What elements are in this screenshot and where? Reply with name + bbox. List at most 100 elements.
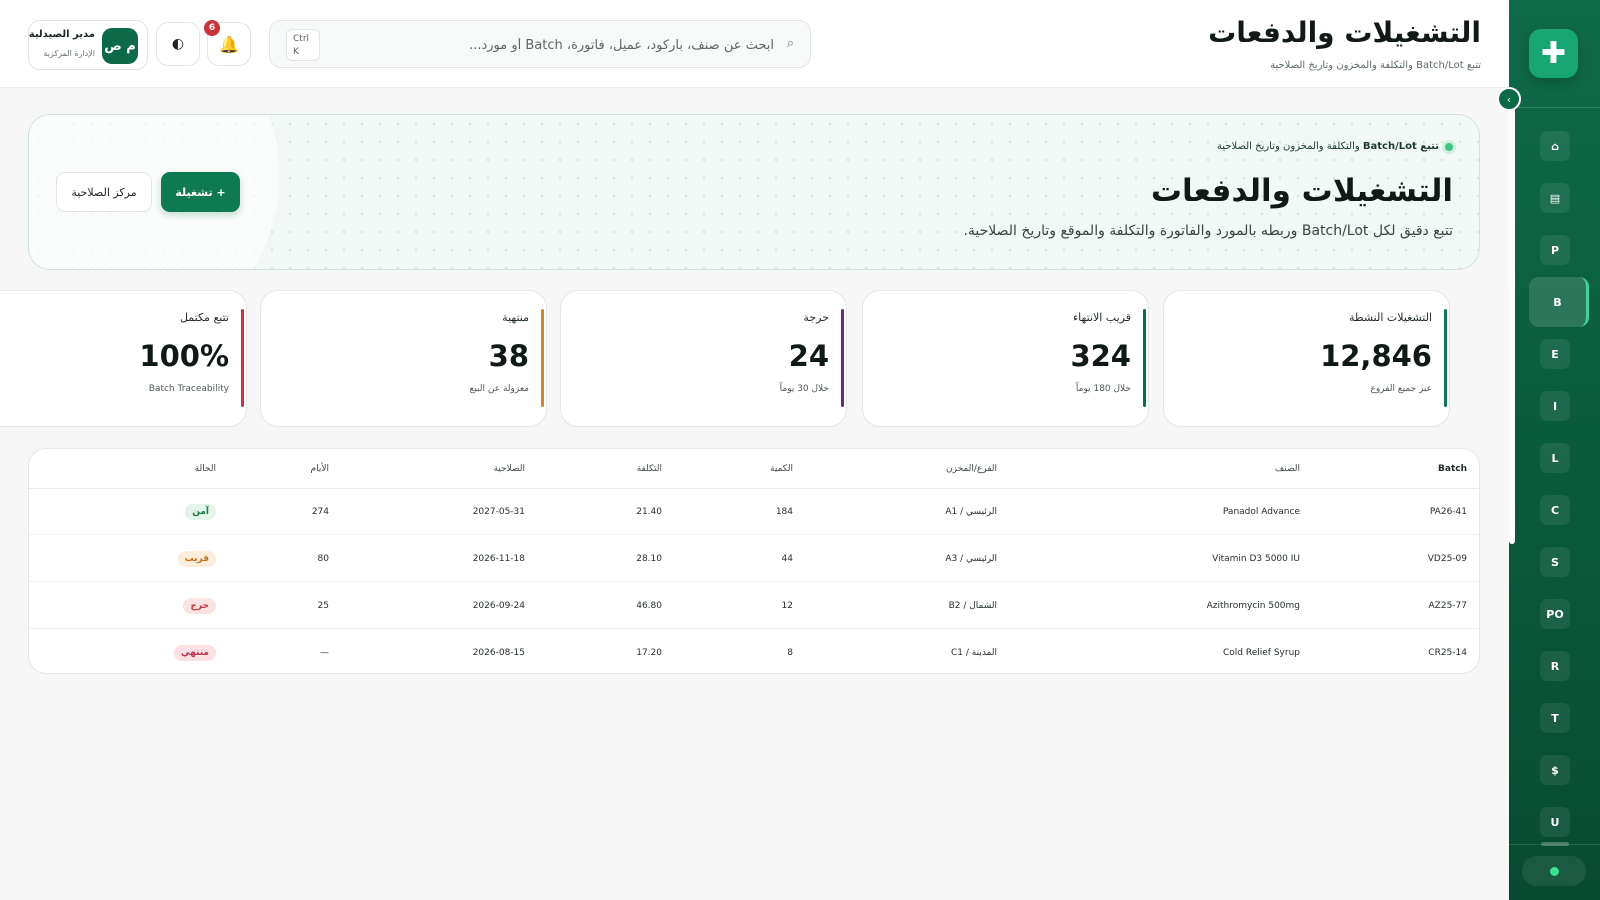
cell-location: الشمال / B2 [948,600,997,611]
stat-hint: خلال 30 يوماً [779,384,829,394]
cell-location: الرئيسي / A1 [945,506,997,517]
shortcut-key: Ctrl [293,34,310,44]
cell-quantity: 44 [781,553,793,564]
col-expiry[interactable]: الصلاحية [493,449,525,488]
cell-status: حرج [183,583,216,628]
cell-cost: 46.80 [636,600,662,611]
hero-banner: تتبع Batch/Lot والتكلفة والمخزون وتاريخ … [28,114,1480,270]
top-header: التشغيلات والدفعات تتبع Batch/Lot والتكل… [0,0,1509,88]
sidebar-collapse-button[interactable]: ‹ [1497,87,1521,111]
status-badge: آمن [185,503,216,520]
table-row[interactable]: PA26-41 Panadol Advance الرئيسي / A1 184 21.… [29,489,1479,535]
cell-expiry: 2027-05-31 [472,506,525,517]
cell-batch: VD25-09 [1427,553,1467,564]
stat-label: تتبع مكتمل [179,311,229,324]
search-input[interactable] [434,33,774,57]
sidebar-item-6[interactable]: I [1540,391,1570,421]
stat-label: حرجة [803,311,829,324]
hero-eyebrow-strong: تتبع Batch/Lot [1362,141,1439,152]
cell-expiry: 2026-11-18 [472,553,525,564]
cell-item: Cold Relief Syrup [1223,648,1300,658]
cell-batch: CR25-14 [1428,648,1467,658]
cell-status: قريب [177,536,216,581]
user-name: مدير الصيدلية [28,29,95,40]
cell-days: — [320,648,329,658]
stat-accent-bar [1444,309,1447,407]
cell-expiry: 2026-09-24 [472,600,525,611]
online-dot-icon [1549,866,1559,876]
sidebar-item-3[interactable]: P [1540,235,1570,265]
table-row[interactable]: VD25-09 Vitamin D3 5000 IU الرئيسي / A3 44 2… [29,536,1479,582]
sidebar-item-14[interactable]: U [1540,807,1570,837]
col-quantity[interactable]: الكمية [770,449,793,488]
col-cost[interactable]: التكلفة [637,449,662,488]
sidebar-item-7[interactable]: L [1540,443,1570,473]
page-scrollbar[interactable] [1509,104,1515,544]
stat-hint: معزولة عن البيع [469,384,529,394]
stat-value: 38 [488,339,529,373]
user-menu[interactable]: م ص مدير الصيدلية الإدارة المركزية [28,20,148,70]
status-badge: قريب [177,550,216,567]
table-row[interactable]: AZ25-77 Azithromycin 500mg الشمال / B2 12 46… [29,583,1479,629]
sidebar-item-13[interactable]: $ [1540,755,1570,785]
stat-label: التشغيلات النشطة [1348,311,1432,324]
col-item[interactable]: الصنف [1275,449,1300,488]
sidebar-item-2[interactable]: ▤ [1540,183,1570,213]
shortcut-hint: Ctrl K [286,29,320,61]
cell-cost: 28.10 [636,553,662,564]
stat-card[interactable]: تتبع مكتمل 100% Batch Traceability [0,290,247,427]
sidebar-item-10[interactable]: PO [1540,599,1570,629]
cell-status: منتهي [174,630,216,673]
stat-accent-bar [541,309,544,407]
cell-quantity: 184 [775,506,793,517]
stat-card[interactable]: منتهية 38 معزولة عن البيع [260,290,547,427]
sidebar-item-5[interactable]: E [1540,339,1570,369]
add-batch-button[interactable]: + تشغيلة [161,172,240,212]
col-days[interactable]: الأيام [311,449,329,488]
stat-card[interactable]: التشغيلات النشطة 12,846 عبر جميع الفروع [1163,290,1450,427]
table-header: Batch الصنف الفرع/المخزن الكمية التكلفة … [29,449,1479,489]
page-subtitle: تتبع Batch/Lot والتكلفة والمخزون وتاريخ … [1270,60,1481,71]
bell-icon: 🔔 [219,34,239,54]
status-dot-icon [1445,142,1453,151]
sidebar-divider [1509,107,1600,108]
stat-card[interactable]: حرجة 24 خلال 30 يوماً [560,290,847,427]
cell-status: آمن [185,489,216,534]
stat-label: منتهية [502,311,529,324]
app-logo-icon[interactable]: ✚ [1529,29,1578,78]
hero-title: التشغيلات والدفعات [1150,173,1453,209]
cell-batch: AZ25-77 [1428,600,1467,611]
cell-batch: PA26-41 [1429,506,1467,517]
sidebar-divider [1509,844,1600,845]
avatar: م ص [102,28,138,64]
user-role: الإدارة المركزية [43,49,95,58]
sidebar-item-1[interactable]: ⌂ [1540,131,1570,161]
sidebar-item-12[interactable]: T [1540,703,1570,733]
col-status[interactable]: الحالة [195,449,216,488]
sidebar-item-4[interactable]: B [1529,277,1589,327]
hero-eyebrow-text: والتكلفة والمخزون وتاريخ الصلاحية [1216,141,1363,152]
page-title: التشغيلات والدفعات [1208,16,1481,49]
notifications-badge: 6 [204,20,220,36]
stat-card[interactable]: قريب الانتهاء 324 خلال 180 يوماً [862,290,1149,427]
table-row[interactable]: CR25-14 Cold Relief Syrup المدينة / C1 8 17.… [29,630,1479,673]
sidebar-item-9[interactable]: S [1540,547,1570,577]
cell-location: الرئيسي / A3 [945,553,997,564]
cell-quantity: 8 [787,648,793,658]
col-batch[interactable]: Batch [1438,449,1467,488]
stat-value: 24 [788,339,829,373]
cell-item: Panadol Advance [1222,506,1300,517]
col-location[interactable]: الفرع/المخزن [946,449,997,488]
theme-toggle-button[interactable]: ◐ [156,22,200,66]
sidebar: ‹ ✚ ⌂ ▤ P B E I L C S PO R T $ U [1497,0,1600,900]
stat-accent-bar [241,309,244,407]
cell-days: 274 [311,506,329,517]
sidebar-item-11[interactable]: R [1540,651,1570,681]
sidebar-item-8[interactable]: C [1540,495,1570,525]
hero-eyebrow: تتبع Batch/Lot والتكلفة والمخزون وتاريخ … [1217,141,1453,152]
cell-item: Azithromycin 500mg [1206,600,1300,611]
search-icon: ⌕ [786,36,794,51]
expiry-center-button[interactable]: مركز الصلاحية [56,172,152,212]
status-badge: منتهي [174,645,216,661]
stat-label: قريب الانتهاء [1073,311,1131,324]
